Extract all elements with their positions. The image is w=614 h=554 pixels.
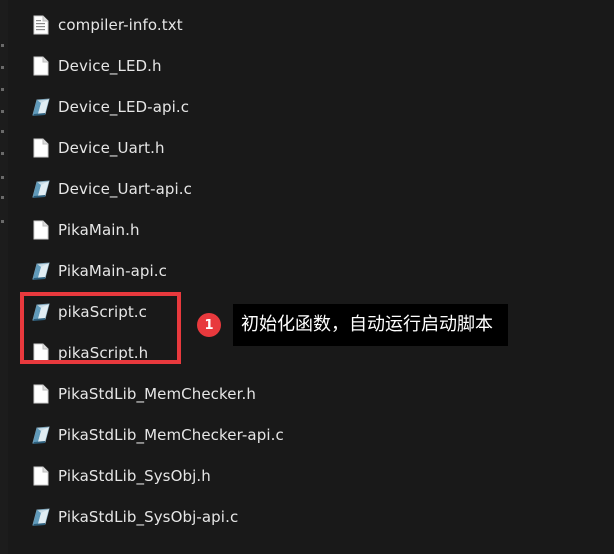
- c-source-file-icon: [32, 96, 50, 118]
- tree-marker: [1, 176, 4, 179]
- file-icon: [32, 219, 50, 241]
- file-name: PikaStdLib_SysObj.h: [58, 466, 211, 485]
- file-item[interactable]: PikaMain.h: [24, 209, 544, 250]
- file-icon: [32, 383, 50, 405]
- annotation-text: 初始化函数，自动运行启动脚本: [233, 304, 508, 346]
- tree-marker: [1, 44, 4, 47]
- file-name: PikaMain.h: [58, 220, 140, 239]
- tree-marker: [1, 152, 4, 155]
- file-name: PikaStdLib_MemChecker.h: [58, 384, 256, 403]
- file-item[interactable]: PikaStdLib_SysObj.h: [24, 455, 544, 496]
- file-name: Device_LED-api.c: [58, 97, 190, 116]
- file-name: Device_Uart-api.c: [58, 179, 193, 198]
- c-source-file-icon: [32, 178, 50, 200]
- file-item[interactable]: PikaStdLib_MemChecker.h: [24, 373, 544, 414]
- c-source-file-icon: [32, 260, 50, 282]
- tree-marker: [1, 66, 4, 69]
- c-source-file-icon: [32, 424, 50, 446]
- file-name: compiler-info.txt: [58, 15, 183, 34]
- c-source-file-icon: [32, 506, 50, 528]
- file-item[interactable]: Device_Uart-api.c: [24, 168, 544, 209]
- navigation-pane-edge: [0, 0, 8, 554]
- file-icon: [32, 465, 50, 487]
- file-name: Device_LED.h: [58, 56, 162, 75]
- file-name: Device_Uart.h: [58, 138, 165, 157]
- tree-marker: [1, 196, 4, 199]
- file-icon: [32, 137, 50, 159]
- tree-marker: [1, 130, 4, 133]
- file-name: PikaStdLib_SysObj-api.c: [58, 507, 239, 526]
- text-file-icon: [32, 14, 50, 36]
- file-name: PikaStdLib_MemChecker-api.c: [58, 425, 284, 444]
- file-item[interactable]: Device_Uart.h: [24, 127, 544, 168]
- file-item[interactable]: PikaStdLib_SysObj-api.c: [24, 496, 544, 537]
- file-item[interactable]: compiler-info.txt: [24, 4, 544, 45]
- tree-marker: [1, 110, 4, 113]
- file-item[interactable]: Device_LED-api.c: [24, 86, 544, 127]
- file-item[interactable]: PikaMain-api.c: [24, 250, 544, 291]
- annotation-callout: 1 初始化函数，自动运行启动脚本: [197, 304, 508, 346]
- tree-marker: [1, 88, 4, 91]
- annotation-number-badge: 1: [197, 313, 221, 337]
- file-name: PikaMain-api.c: [58, 261, 168, 280]
- tree-marker: [1, 220, 4, 223]
- file-icon: [32, 55, 50, 77]
- file-explorer-view: compiler-info.txt Device_LED.h Device_LED-…: [0, 0, 614, 554]
- file-item[interactable]: PikaStdLib_MemChecker-api.c: [24, 414, 544, 455]
- highlight-box: [20, 292, 181, 364]
- file-item[interactable]: Device_LED.h: [24, 45, 544, 86]
